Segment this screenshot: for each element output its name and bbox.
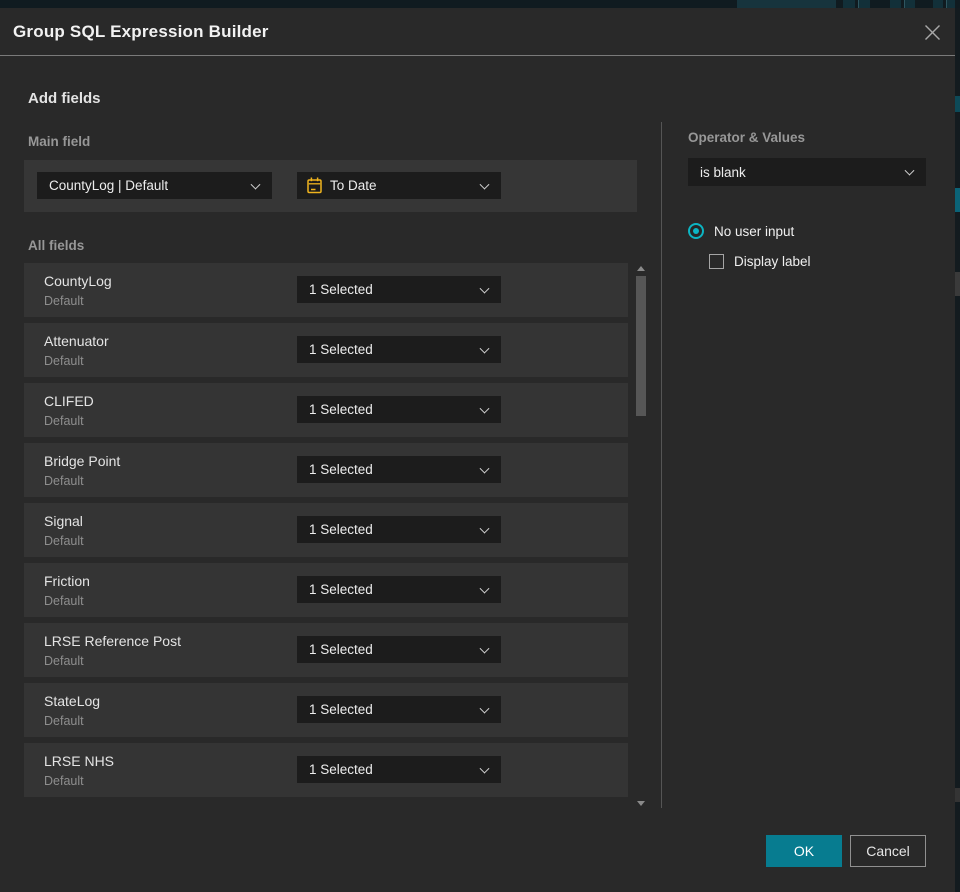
background-fragment	[955, 96, 960, 112]
ok-button[interactable]: OK	[766, 835, 842, 867]
main-field-dropdown[interactable]: CountyLog | Default	[37, 172, 272, 199]
chevron-down-icon	[250, 179, 261, 190]
no-user-input-label: No user input	[714, 223, 795, 239]
field-subtitle: Default	[44, 594, 84, 608]
field-name: LRSE NHS	[44, 753, 115, 769]
chevron-down-icon	[479, 703, 490, 714]
main-field-type-dropdown[interactable]: To Date	[297, 172, 501, 199]
display-label-checkbox-row[interactable]: Display label	[709, 254, 811, 269]
field-row-lrse-reference-post: LRSE Reference Post Default 1 Selected	[24, 623, 628, 677]
main-field-dropdown-value: CountyLog | Default	[49, 178, 169, 193]
field-subtitle: Default	[44, 294, 84, 308]
field-row-attenuator: Attenuator Default 1 Selected	[24, 323, 628, 377]
field-selected-dropdown[interactable]: 1 Selected	[297, 636, 501, 663]
chevron-down-icon	[479, 343, 490, 354]
toolbar-fragment	[946, 0, 955, 8]
field-name: StateLog	[44, 693, 101, 709]
background-fragment	[955, 188, 960, 212]
field-selected-dropdown[interactable]: 1 Selected	[297, 456, 501, 483]
field-selected-dropdown[interactable]: 1 Selected	[297, 756, 501, 783]
field-subtitle: Default	[44, 414, 84, 428]
toolbar-fragment	[843, 0, 855, 8]
background-fragment	[955, 788, 960, 802]
display-label-label: Display label	[734, 254, 811, 269]
scroll-down-arrow-icon[interactable]	[637, 801, 645, 806]
chevron-down-icon	[479, 179, 490, 190]
calendar-to-date-icon	[307, 177, 322, 194]
operator-values-label: Operator & Values	[688, 130, 806, 145]
field-selected-dropdown[interactable]: 1 Selected	[297, 396, 501, 423]
fields-list-scrollbar[interactable]	[634, 262, 648, 808]
field-subtitle: Default	[44, 774, 84, 788]
field-name: Attenuator	[44, 333, 109, 349]
field-row-bridge-point: Bridge Point Default 1 Selected	[24, 443, 628, 497]
scroll-up-arrow-icon[interactable]	[637, 266, 645, 271]
toolbar-fragment	[933, 0, 943, 8]
field-selected-dropdown[interactable]: 1 Selected	[297, 576, 501, 603]
live-view-label: Live view	[770, 0, 815, 2]
field-row-countylog: CountyLog Default 1 Selected	[24, 263, 628, 317]
chevron-down-icon	[479, 463, 490, 474]
toolbar-fragment	[858, 0, 870, 8]
titlebar-divider	[0, 55, 955, 56]
operator-dropdown[interactable]: is blank	[688, 158, 926, 186]
field-row-statelog: StateLog Default 1 Selected	[24, 683, 628, 737]
field-row-signal: Signal Default 1 Selected	[24, 503, 628, 557]
background-fragment	[955, 272, 960, 296]
chevron-down-icon	[479, 763, 490, 774]
field-selected-dropdown[interactable]: 1 Selected	[297, 696, 501, 723]
scrollbar-thumb[interactable]	[636, 276, 646, 416]
no-user-input-radio-row[interactable]: No user input	[688, 223, 794, 239]
chevron-down-icon	[904, 165, 915, 176]
field-row-friction: Friction Default 1 Selected	[24, 563, 628, 617]
dialog-titlebar: Group SQL Expression Builder	[0, 8, 955, 56]
main-field-container: CountyLog | Default To Date	[24, 160, 637, 212]
main-field-type-value: To Date	[330, 178, 377, 193]
field-selected-dropdown[interactable]: 1 Selected	[297, 276, 501, 303]
radio-selected-icon[interactable]	[688, 223, 704, 239]
cancel-button[interactable]: Cancel	[850, 835, 926, 867]
close-button[interactable]	[916, 16, 948, 48]
chevron-down-icon	[479, 643, 490, 654]
panel-divider	[661, 122, 662, 808]
all-fields-label: All fields	[28, 238, 85, 253]
field-subtitle: Default	[44, 714, 84, 728]
chevron-down-icon	[479, 403, 490, 414]
field-subtitle: Default	[44, 534, 84, 548]
main-field-label: Main field	[28, 134, 91, 149]
group-sql-expression-builder-dialog: Group SQL Expression Builder Add fields …	[0, 8, 955, 892]
field-name: CLIFED	[44, 393, 94, 409]
field-name: Signal	[44, 513, 83, 529]
field-row-lrse-nhs: LRSE NHS Default 1 Selected	[24, 743, 628, 797]
field-subtitle: Default	[44, 654, 84, 668]
checkbox-unchecked-icon[interactable]	[709, 254, 724, 269]
field-row-clifed: CLIFED Default 1 Selected	[24, 383, 628, 437]
field-subtitle: Default	[44, 474, 84, 488]
all-fields-list: CountyLog Default 1 Selected Attenuator …	[24, 263, 628, 803]
close-icon	[924, 24, 940, 40]
field-selected-dropdown[interactable]: 1 Selected	[297, 516, 501, 543]
field-name: LRSE Reference Post	[44, 633, 181, 649]
chevron-down-icon	[479, 283, 490, 294]
chevron-down-icon	[479, 583, 490, 594]
toolbar-fragment	[904, 0, 915, 8]
live-view-button[interactable]: Live view	[737, 0, 836, 8]
chevron-down-icon	[479, 523, 490, 534]
field-name: Bridge Point	[44, 453, 121, 469]
field-subtitle: Default	[44, 354, 84, 368]
field-name: CountyLog	[44, 273, 112, 289]
background-app-edge	[955, 8, 960, 892]
toolbar-fragment	[890, 0, 901, 8]
field-selected-dropdown[interactable]: 1 Selected	[297, 336, 501, 363]
add-fields-heading: Add fields	[28, 90, 101, 107]
operator-dropdown-value: is blank	[700, 164, 746, 180]
field-name: Friction	[44, 573, 90, 589]
dialog-title: Group SQL Expression Builder	[13, 22, 269, 41]
background-app-toolbar: Live view	[0, 0, 960, 8]
